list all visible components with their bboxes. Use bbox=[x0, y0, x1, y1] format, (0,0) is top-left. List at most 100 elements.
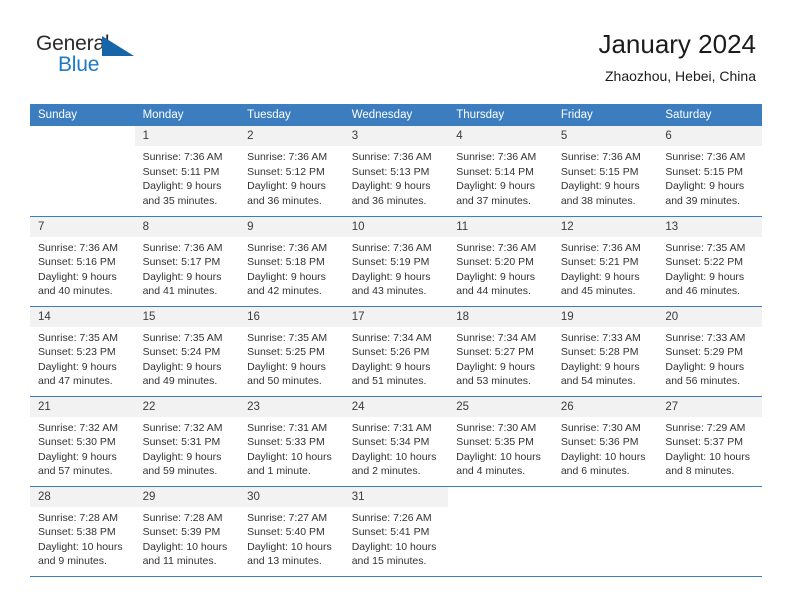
sunrise-time: Sunrise: 7:36 AM bbox=[351, 241, 432, 254]
calendar-day-cell[interactable]: 13 Sunrise: 7:35 AM Sunset: 5:22 PM Dayligh… bbox=[657, 216, 762, 307]
sunset-time: Sunset: 5:30 PM bbox=[38, 436, 116, 449]
calendar-day-cell[interactable]: 21 Sunrise: 7:32 AM Sunset: 5:30 PM Dayligh… bbox=[30, 396, 135, 487]
daylight-duration-line1: Daylight: 9 hours bbox=[247, 270, 326, 283]
daylight-duration-line1: Daylight: 10 hours bbox=[560, 450, 646, 463]
calendar-day-cell[interactable]: 16 Sunrise: 7:35 AM Sunset: 5:25 PM Dayligh… bbox=[239, 306, 344, 397]
sunrise-time: Sunrise: 7:30 AM bbox=[560, 421, 641, 434]
day-details: Sunrise: 7:26 AM Sunset: 5:41 PM Daylight:… bbox=[344, 507, 449, 569]
daylight-duration-line1: Daylight: 10 hours bbox=[247, 450, 332, 463]
sunset-time: Sunset: 5:34 PM bbox=[351, 436, 430, 449]
sunrise-time: Sunrise: 7:28 AM bbox=[142, 511, 223, 524]
day-details: Sunrise: 7:28 AM Sunset: 5:38 PM Daylight:… bbox=[30, 507, 135, 569]
day-number: 14 bbox=[30, 306, 135, 327]
sunset-time: Sunset: 5:18 PM bbox=[247, 256, 325, 269]
weekday-header-sunday: Sunday bbox=[30, 104, 135, 126]
calendar-day-cell[interactable]: 10 Sunrise: 7:36 AM Sunset: 5:19 PM Dayligh… bbox=[343, 216, 449, 307]
calendar-day-cell[interactable]: 15 Sunrise: 7:35 AM Sunset: 5:24 PM Dayligh… bbox=[134, 306, 240, 397]
day-details: Sunrise: 7:36 AM Sunset: 5:17 PM Daylight:… bbox=[135, 237, 240, 299]
sunset-time: Sunset: 5:22 PM bbox=[665, 256, 744, 269]
daylight-duration-line1: Daylight: 9 hours bbox=[560, 270, 640, 283]
daylight-duration-line2: and 36 minutes. bbox=[351, 194, 427, 207]
sunset-time: Sunset: 5:35 PM bbox=[456, 436, 534, 449]
sunrise-time: Sunrise: 7:32 AM bbox=[38, 421, 118, 434]
calendar-day-cell-empty bbox=[657, 486, 762, 577]
calendar-day-cell[interactable]: 25 Sunrise: 7:30 AM Sunset: 5:35 PM Dayligh… bbox=[448, 396, 553, 487]
calendar-day-cell[interactable]: 12 Sunrise: 7:36 AM Sunset: 5:21 PM Dayligh… bbox=[552, 216, 658, 307]
calendar-day-cell[interactable]: 22 Sunrise: 7:32 AM Sunset: 5:31 PM Dayligh… bbox=[134, 396, 240, 487]
day-details: Sunrise: 7:32 AM Sunset: 5:30 PM Daylight:… bbox=[30, 417, 135, 479]
calendar-day-cell[interactable]: 3 Sunrise: 7:36 AM Sunset: 5:13 PM Daylight… bbox=[343, 126, 449, 217]
day-details: Sunrise: 7:35 AM Sunset: 5:24 PM Daylight:… bbox=[135, 327, 240, 389]
calendar-day-cell[interactable]: 30 Sunrise: 7:27 AM Sunset: 5:40 PM Dayligh… bbox=[239, 486, 344, 577]
page-subtitle: Zhaozhou, Hebei, China bbox=[605, 68, 756, 84]
sunset-time: Sunset: 5:27 PM bbox=[456, 346, 534, 359]
day-details: Sunrise: 7:36 AM Sunset: 5:21 PM Daylight:… bbox=[553, 237, 658, 299]
sunrise-time: Sunrise: 7:32 AM bbox=[142, 421, 223, 434]
day-number: 19 bbox=[552, 306, 658, 327]
calendar-day-cell-empty bbox=[30, 126, 135, 217]
daylight-duration-line2: and 57 minutes. bbox=[38, 465, 113, 478]
weekday-header-wednesday: Wednesday bbox=[343, 104, 449, 126]
calendar-day-cell[interactable]: 7 Sunrise: 7:36 AM Sunset: 5:16 PM Daylight… bbox=[30, 216, 135, 307]
day-number: 2 bbox=[239, 126, 344, 146]
calendar-day-cell[interactable]: 26 Sunrise: 7:30 AM Sunset: 5:36 PM Dayligh… bbox=[552, 396, 658, 487]
sunrise-time: Sunrise: 7:35 AM bbox=[665, 241, 746, 254]
calendar-day-cell[interactable]: 24 Sunrise: 7:31 AM Sunset: 5:34 PM Dayligh… bbox=[343, 396, 449, 487]
daylight-duration-line2: and 13 minutes. bbox=[247, 555, 322, 568]
calendar-day-cell[interactable]: 31 Sunrise: 7:26 AM Sunset: 5:41 PM Dayligh… bbox=[343, 486, 449, 577]
sunrise-time: Sunrise: 7:35 AM bbox=[142, 331, 223, 344]
sunset-time: Sunset: 5:36 PM bbox=[560, 436, 639, 449]
day-number: 23 bbox=[239, 396, 344, 417]
calendar-day-cell[interactable]: 17 Sunrise: 7:34 AM Sunset: 5:26 PM Dayligh… bbox=[343, 306, 449, 397]
daylight-duration-line2: and 11 minutes. bbox=[142, 555, 217, 568]
calendar-day-cell[interactable]: 5 Sunrise: 7:36 AM Sunset: 5:15 PM Daylight… bbox=[552, 126, 658, 217]
weekday-header-tuesday: Tuesday bbox=[239, 104, 344, 126]
calendar-day-cell[interactable]: 11 Sunrise: 7:36 AM Sunset: 5:20 PM Dayligh… bbox=[448, 216, 553, 307]
day-details: Sunrise: 7:36 AM Sunset: 5:11 PM Daylight:… bbox=[135, 146, 240, 208]
sunset-time: Sunset: 5:12 PM bbox=[247, 165, 325, 178]
weekday-header-monday: Monday bbox=[134, 104, 240, 126]
calendar-day-cell[interactable]: 6 Sunrise: 7:36 AM Sunset: 5:15 PM Daylight… bbox=[657, 126, 762, 217]
sunrise-time: Sunrise: 7:36 AM bbox=[142, 241, 223, 254]
day-number: 12 bbox=[552, 216, 658, 237]
sunset-time: Sunset: 5:38 PM bbox=[38, 526, 116, 539]
sunrise-time: Sunrise: 7:35 AM bbox=[247, 331, 328, 344]
calendar-day-cell[interactable]: 18 Sunrise: 7:34 AM Sunset: 5:27 PM Dayligh… bbox=[448, 306, 553, 397]
calendar-day-cell[interactable]: 2 Sunrise: 7:36 AM Sunset: 5:12 PM Daylight… bbox=[239, 126, 344, 217]
daylight-duration-line1: Daylight: 10 hours bbox=[247, 540, 332, 553]
sunrise-time: Sunrise: 7:33 AM bbox=[560, 331, 641, 344]
sunrise-time: Sunrise: 7:36 AM bbox=[560, 241, 641, 254]
day-number: 31 bbox=[343, 486, 449, 507]
sunset-time: Sunset: 5:28 PM bbox=[560, 346, 639, 359]
calendar-day-cell[interactable]: 4 Sunrise: 7:36 AM Sunset: 5:14 PM Daylight… bbox=[448, 126, 553, 217]
calendar-day-cell[interactable]: 9 Sunrise: 7:36 AM Sunset: 5:18 PM Daylight… bbox=[239, 216, 344, 307]
day-number: 10 bbox=[343, 216, 449, 237]
sunset-time: Sunset: 5:19 PM bbox=[351, 256, 430, 269]
daylight-duration-line1: Daylight: 9 hours bbox=[665, 180, 745, 193]
daylight-duration-line2: and 53 minutes. bbox=[456, 375, 531, 388]
day-number: 24 bbox=[343, 396, 449, 417]
calendar-day-cell[interactable]: 20 Sunrise: 7:33 AM Sunset: 5:29 PM Dayligh… bbox=[657, 306, 762, 397]
calendar-day-cell[interactable]: 8 Sunrise: 7:36 AM Sunset: 5:17 PM Daylight… bbox=[134, 216, 240, 307]
general-blue-logo[interactable]: General Blue bbox=[36, 32, 156, 82]
calendar-week-row: 21 Sunrise: 7:32 AM Sunset: 5:30 PM Dayligh… bbox=[30, 396, 762, 487]
sunrise-time: Sunrise: 7:28 AM bbox=[38, 511, 118, 524]
calendar-day-cell[interactable]: 28 Sunrise: 7:28 AM Sunset: 5:38 PM Dayligh… bbox=[30, 486, 135, 577]
calendar-week-row: 1 Sunrise: 7:36 AM Sunset: 5:11 PM Daylight… bbox=[30, 126, 762, 217]
daylight-duration-line1: Daylight: 9 hours bbox=[456, 360, 536, 373]
calendar-day-cell[interactable]: 1 Sunrise: 7:36 AM Sunset: 5:11 PM Daylight… bbox=[134, 126, 240, 217]
sunset-time: Sunset: 5:15 PM bbox=[560, 165, 639, 178]
calendar-day-cell[interactable]: 19 Sunrise: 7:33 AM Sunset: 5:28 PM Dayligh… bbox=[552, 306, 658, 397]
daylight-duration-line2: and 39 minutes. bbox=[665, 194, 741, 207]
daylight-duration-line1: Daylight: 9 hours bbox=[456, 180, 536, 193]
logo-text-blue: Blue bbox=[58, 53, 100, 76]
calendar-day-cell[interactable]: 23 Sunrise: 7:31 AM Sunset: 5:33 PM Dayligh… bbox=[239, 396, 344, 487]
weekday-header-friday: Friday bbox=[552, 104, 658, 126]
calendar-day-cell[interactable]: 27 Sunrise: 7:29 AM Sunset: 5:37 PM Dayligh… bbox=[657, 396, 762, 487]
calendar-day-cell[interactable]: 14 Sunrise: 7:35 AM Sunset: 5:23 PM Dayligh… bbox=[30, 306, 135, 397]
calendar-day-cell[interactable]: 29 Sunrise: 7:28 AM Sunset: 5:39 PM Dayligh… bbox=[134, 486, 240, 577]
sunset-time: Sunset: 5:33 PM bbox=[247, 436, 325, 449]
calendar-day-cell-empty bbox=[448, 486, 553, 577]
day-number: 7 bbox=[30, 216, 135, 237]
day-details: Sunrise: 7:30 AM Sunset: 5:36 PM Daylight:… bbox=[553, 417, 658, 479]
